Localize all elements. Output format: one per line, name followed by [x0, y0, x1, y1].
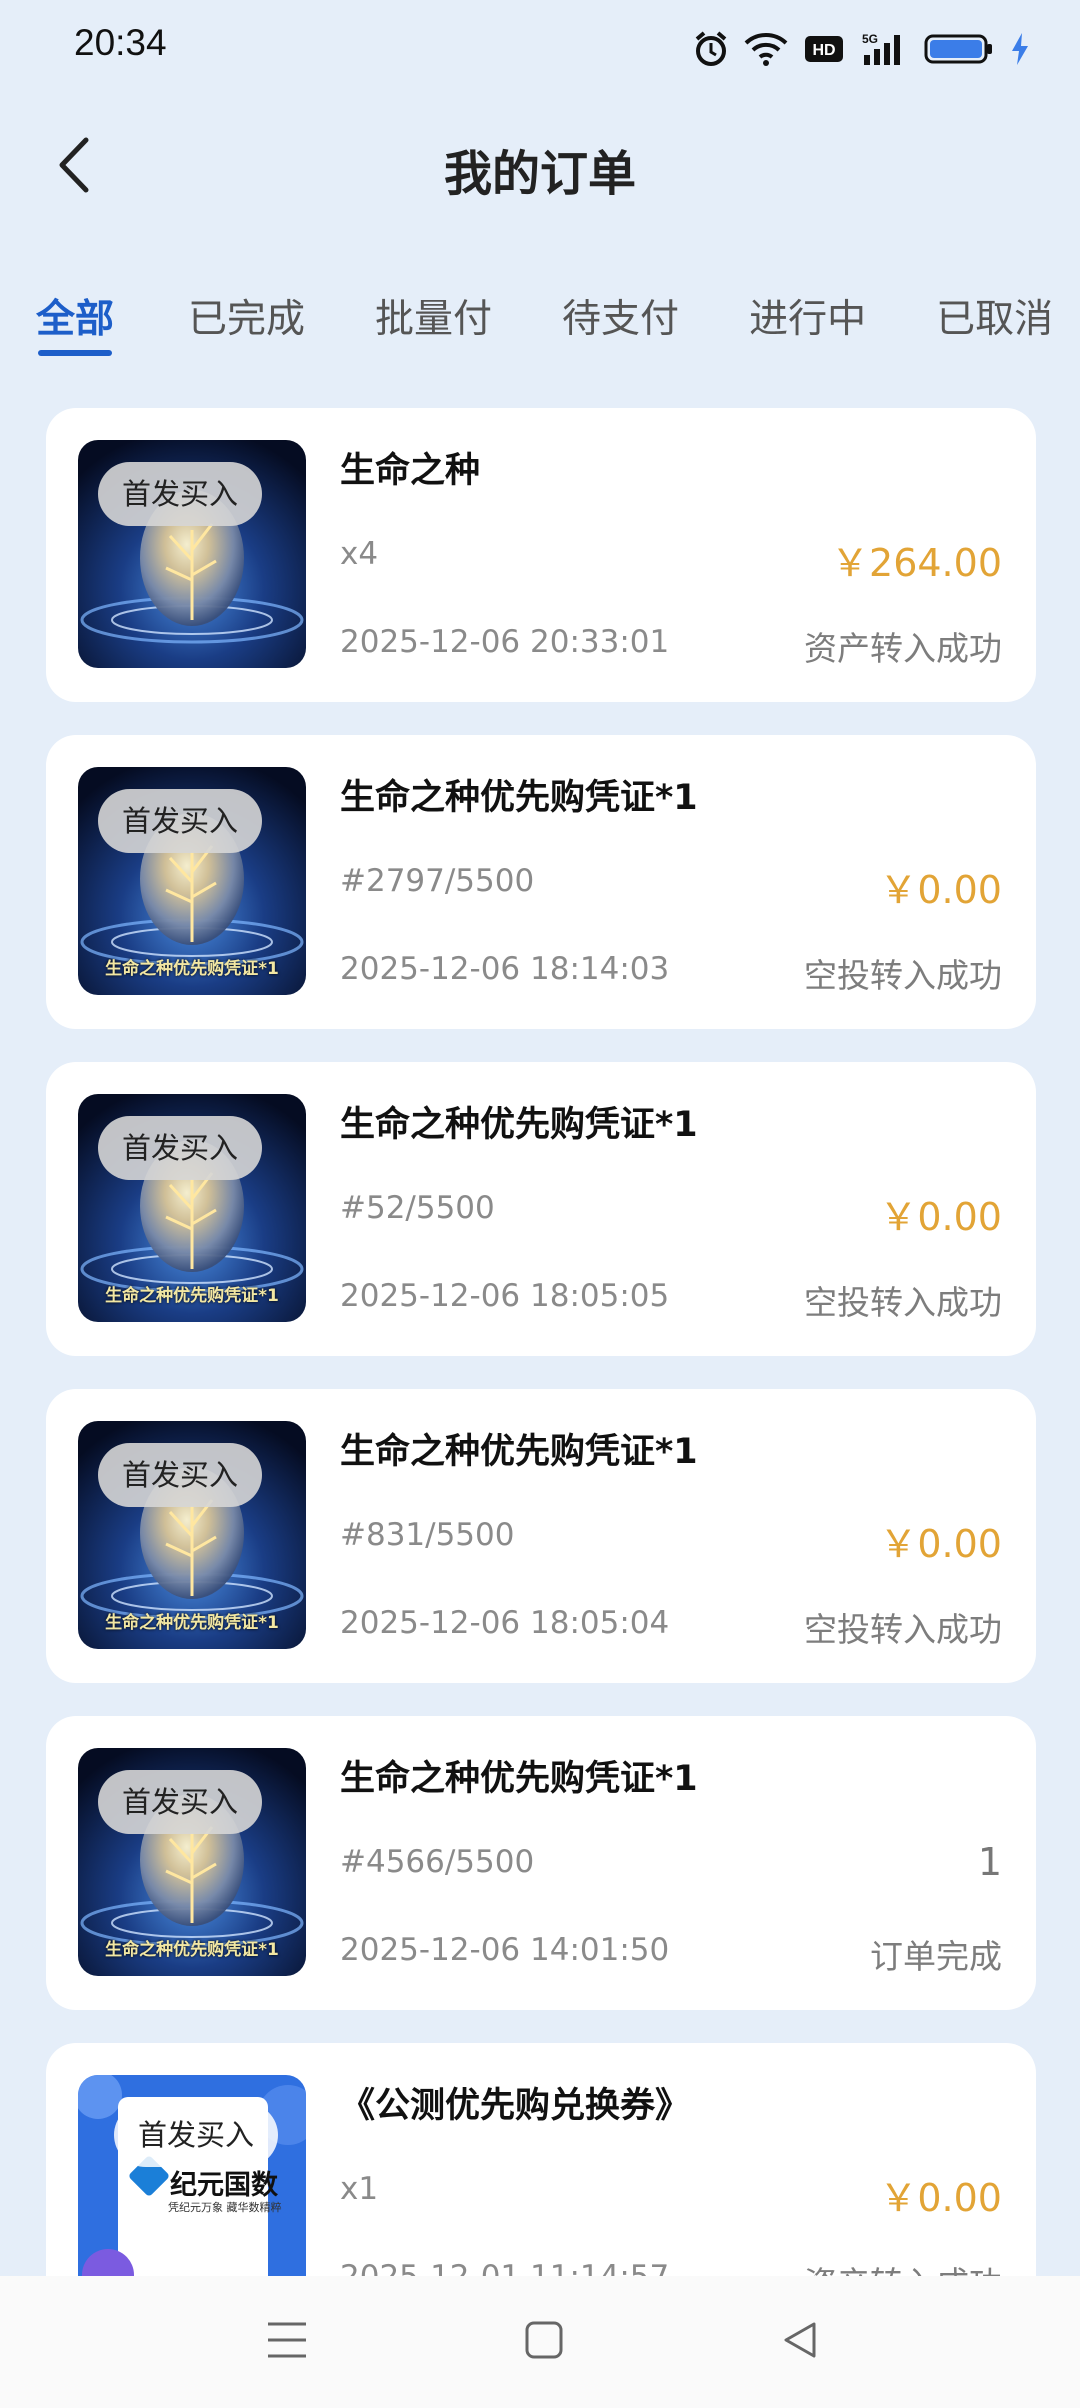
battery-icon [924, 33, 994, 65]
tab-label: 进行中 [749, 297, 867, 342]
menu-icon[interactable] [266, 2318, 308, 2366]
alarm-icon [694, 31, 728, 67]
order-title: 生命之种优先购凭证*1 [340, 1105, 698, 1145]
brand-tagline: 凭纪元万象 藏华数精粹 [168, 2201, 282, 2214]
order-title: 生命之种优先购凭证*1 [340, 778, 698, 818]
order-time: 2025-12-06 18:14:03 [340, 951, 670, 987]
tab-label: 已取消 [936, 297, 1054, 342]
order-status: 资产转入成功 [804, 629, 1002, 668]
order-price: 1 [977, 1840, 1002, 1884]
tab-label: 已完成 [188, 297, 306, 342]
order-card[interactable]: 首发买入 生命之种优先购凭证*1 生命之种优先购凭证*1 #4566/5500 … [46, 1716, 1036, 2010]
tab-completed[interactable]: 已完成 [188, 270, 305, 344]
first-buy-badge: 首发买入 [114, 2103, 279, 2167]
product-thumbnail: 首发买入 生命之种优先购凭证*1 [78, 1421, 306, 1649]
tab-pending-payment[interactable]: 待支付 [562, 270, 679, 344]
order-serial: #52/5500 [340, 1190, 495, 1226]
product-thumbnail: 首发买入 生命之种优先购凭证*1 [78, 767, 306, 995]
order-status: 空投转入成功 [804, 956, 1002, 995]
first-buy-badge: 首发买入 [98, 1443, 263, 1507]
order-title: 生命之种优先购凭证*1 [340, 1759, 698, 1799]
wifi-icon [744, 31, 788, 67]
thumbnail-caption: 生命之种优先购凭证*1 [105, 959, 279, 979]
svg-text:HD: HD [812, 42, 835, 59]
tab-batch-pay[interactable]: 批量付 [375, 270, 492, 344]
order-time: 2025-12-06 14:01:50 [340, 1932, 670, 1968]
first-buy-badge: 首发买入 [98, 1116, 263, 1180]
order-status: 资产转入成功 [804, 2257, 1002, 2276]
thumbnail-caption: 生命之种优先购凭证*1 [105, 1286, 279, 1306]
order-time: 2025-12-01 11:14:57 [340, 2259, 669, 2276]
product-thumbnail: 首发买入 [78, 440, 306, 668]
status-bar: 20:34 HD 5G [0, 0, 1080, 100]
order-serial: #831/5500 [340, 1517, 515, 1553]
order-title: 《公测优先购兑换券》 [340, 2086, 691, 2126]
first-buy-badge: 首发买入 [98, 789, 263, 853]
product-thumbnail: 首发买入 纪元国数 凭纪元万象 藏华数精粹 [78, 2075, 306, 2276]
order-card[interactable]: 首发买入 生命之种优先购凭证*1 生命之种优先购凭证*1 #52/5500 ￥0… [46, 1062, 1036, 1356]
tab-label: 全部 [36, 297, 115, 342]
first-buy-badge: 首发买入 [98, 1770, 263, 1834]
tab-label: 批量付 [375, 297, 493, 342]
tab-in-progress[interactable]: 进行中 [749, 270, 866, 344]
product-thumbnail: 首发买入 生命之种优先购凭证*1 [78, 1094, 306, 1322]
order-tabs: 全部 已完成 批量付 待支付 进行中 已取消 [0, 270, 1080, 360]
order-card[interactable]: 首发买入 生命之种优先购凭证*1 生命之种优先购凭证*1 #2797/5500 … [46, 735, 1036, 1029]
status-time: 20:34 [74, 22, 167, 63]
order-quantity: x4 [340, 536, 379, 572]
system-nav-bar [0, 2276, 1080, 2408]
order-quantity: x1 [340, 2171, 379, 2207]
tab-cancelled[interactable]: 已取消 [936, 270, 1053, 344]
product-thumbnail: 首发买入 生命之种优先购凭证*1 [78, 1748, 306, 1976]
tab-label: 待支付 [562, 297, 680, 342]
order-price: ￥264.00 [831, 541, 1002, 585]
thumbnail-caption: 生命之种优先购凭证*1 [105, 1940, 279, 1960]
order-status: 空投转入成功 [804, 1283, 1002, 1322]
tab-active-indicator [38, 350, 113, 356]
order-price: ￥0.00 [879, 868, 1002, 912]
tab-all[interactable]: 全部 [36, 270, 115, 356]
home-square-icon[interactable] [524, 2318, 564, 2366]
order-title: 生命之种 [340, 451, 481, 491]
svg-text:5G: 5G [862, 32, 878, 46]
order-card[interactable]: 首发买入 纪元国数 凭纪元万象 藏华数精粹 《公测优先购兑换券》 x1 ￥0.0… [46, 2043, 1036, 2276]
order-card[interactable]: 首发买入 生命之种优先购凭证*1 生命之种优先购凭证*1 #831/5500 ￥… [46, 1389, 1036, 1683]
header: 我的订单 [0, 110, 1080, 220]
signal-5g-icon: 5G [860, 31, 908, 67]
order-status: 空投转入成功 [804, 1610, 1002, 1649]
hd-icon: HD [804, 34, 844, 64]
order-list: 首发买入 生命之种 x4 ￥264.00 2025-12-06 20:33:01… [46, 408, 1036, 2276]
first-buy-badge: 首发买入 [98, 462, 263, 526]
order-price: ￥0.00 [879, 2176, 1002, 2220]
order-card[interactable]: 首发买入 生命之种 x4 ￥264.00 2025-12-06 20:33:01… [46, 408, 1036, 702]
order-time: 2025-12-06 18:05:05 [340, 1278, 670, 1314]
order-time: 2025-12-06 18:05:04 [340, 1605, 670, 1641]
back-triangle-icon[interactable] [780, 2318, 820, 2366]
page-title: 我的订单 [443, 146, 636, 202]
order-price: ￥0.00 [879, 1522, 1002, 1566]
order-serial: #2797/5500 [340, 863, 535, 899]
brand-name: 纪元国数 [170, 2170, 278, 2201]
charging-bolt-icon [1010, 32, 1030, 66]
order-title: 生命之种优先购凭证*1 [340, 1432, 698, 1472]
order-serial: #4566/5500 [340, 1844, 535, 1880]
order-status: 订单完成 [870, 1937, 1002, 1976]
status-icons: HD 5G [694, 26, 1030, 72]
order-time: 2025-12-06 20:33:01 [340, 624, 670, 660]
thumbnail-caption: 生命之种优先购凭证*1 [105, 1613, 279, 1633]
order-price: ￥0.00 [879, 1195, 1002, 1239]
